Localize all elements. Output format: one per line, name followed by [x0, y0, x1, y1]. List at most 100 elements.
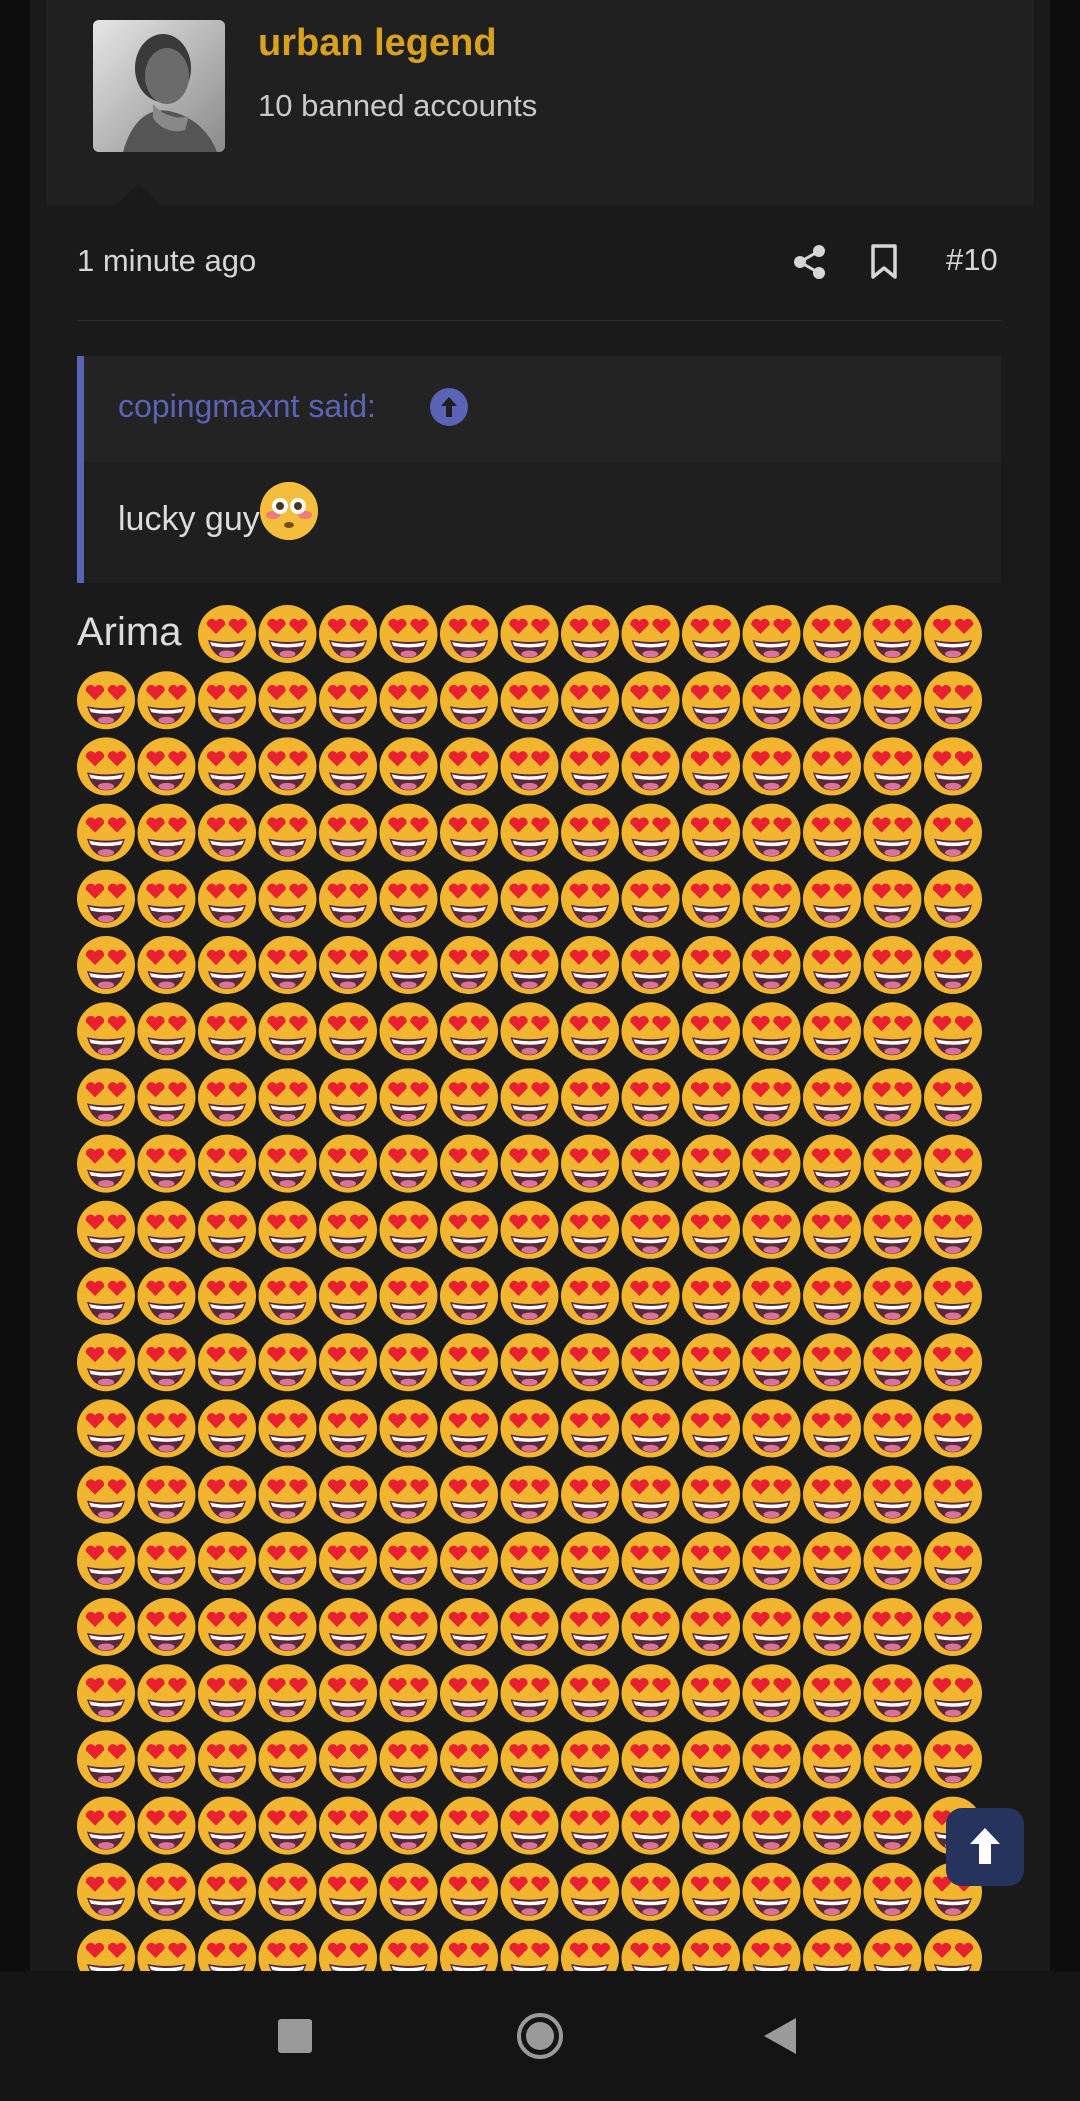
heart-eyes-emoji-icon	[258, 869, 317, 928]
heart-eyes-emoji-icon	[198, 1333, 256, 1392]
heart-eyes-emoji-icon	[561, 671, 619, 730]
heart-eyes-emoji-icon	[319, 1664, 377, 1723]
heart-eyes-emoji-icon	[440, 1200, 498, 1259]
heart-eyes-emoji-icon	[863, 1664, 922, 1723]
heart-eyes-emoji-icon	[803, 1399, 861, 1458]
heart-eyes-emoji-icon	[500, 803, 559, 862]
heart-eyes-emoji-icon	[258, 1399, 317, 1458]
heart-eyes-emoji-icon	[500, 936, 559, 994]
heart-eyes-emoji-icon	[500, 1465, 559, 1524]
heart-eyes-emoji-icon	[561, 1200, 619, 1259]
heart-eyes-emoji-icon	[863, 605, 922, 663]
heart-eyes-emoji-icon	[621, 1465, 680, 1524]
heart-eyes-emoji-icon	[924, 1664, 982, 1723]
username[interactable]: urban legend	[258, 22, 497, 65]
heart-eyes-emoji-icon	[77, 1200, 135, 1259]
heart-eyes-emoji-icon	[500, 1730, 559, 1789]
right-gutter	[1050, 0, 1080, 1971]
home-button[interactable]	[516, 2012, 564, 2060]
post-timestamp[interactable]: 1 minute ago	[77, 243, 256, 279]
heart-eyes-emoji-icon	[803, 869, 861, 928]
heart-eyes-emoji-icon	[379, 869, 438, 928]
heart-eyes-emoji-icon	[682, 1796, 740, 1855]
heart-eyes-emoji-icon	[621, 1730, 680, 1789]
heart-eyes-emoji-icon	[77, 1862, 135, 1921]
post: urban legend 10 banned accounts 1 minute…	[30, 0, 1050, 1971]
heart-eyes-emoji-icon	[500, 1929, 559, 1971]
heart-eyes-emoji-icon	[924, 1929, 982, 1971]
heart-eyes-emoji-icon	[561, 1531, 619, 1590]
heart-eyes-emoji-icon	[379, 1333, 438, 1392]
heart-eyes-emoji-icon	[319, 1598, 377, 1656]
heart-eyes-emoji-icon	[500, 1664, 559, 1723]
emoji-grid	[77, 605, 982, 1971]
avatar[interactable]	[93, 20, 225, 152]
heart-eyes-emoji-icon	[319, 1730, 377, 1789]
heart-eyes-emoji-icon	[77, 1929, 135, 1971]
heart-eyes-emoji-icon	[803, 605, 861, 663]
flushed-face-emoji-icon	[259, 482, 318, 540]
heart-eyes-emoji-icon	[803, 737, 861, 796]
user-card-pointer	[112, 184, 164, 208]
heart-eyes-emoji-icon	[924, 1068, 982, 1127]
heart-eyes-emoji-icon	[440, 936, 498, 994]
heart-eyes-emoji-icon	[500, 1531, 559, 1590]
heart-eyes-emoji-icon	[500, 1862, 559, 1921]
heart-eyes-emoji-icon	[682, 803, 740, 862]
heart-eyes-emoji-icon	[137, 1531, 196, 1590]
scroll-to-top-button[interactable]	[946, 1808, 1024, 1886]
heart-eyes-emoji-icon	[440, 1730, 498, 1789]
heart-eyes-emoji-icon	[621, 1333, 680, 1392]
heart-eyes-emoji-icon	[621, 1929, 680, 1971]
jump-to-quote-icon[interactable]	[430, 388, 468, 426]
heart-eyes-emoji-icon	[440, 1333, 498, 1392]
heart-eyes-emoji-icon	[863, 1200, 922, 1259]
heart-eyes-emoji-icon	[742, 1664, 801, 1723]
heart-eyes-emoji-icon	[379, 671, 438, 730]
heart-eyes-emoji-icon	[924, 1200, 982, 1259]
heart-eyes-emoji-icon	[621, 1598, 680, 1656]
heart-eyes-emoji-icon	[682, 1200, 740, 1259]
heart-eyes-emoji-icon	[863, 1796, 922, 1855]
heart-eyes-emoji-icon	[803, 671, 861, 730]
heart-eyes-emoji-icon	[742, 803, 801, 862]
heart-eyes-emoji-icon	[137, 1068, 196, 1127]
heart-eyes-emoji-icon	[137, 1730, 196, 1789]
heart-eyes-emoji-icon	[863, 803, 922, 862]
heart-eyes-emoji-icon	[621, 1531, 680, 1590]
post-number[interactable]: #10	[946, 242, 998, 278]
heart-eyes-emoji-icon	[319, 803, 377, 862]
heart-eyes-emoji-icon	[682, 1134, 740, 1193]
heart-eyes-emoji-icon	[742, 936, 801, 994]
heart-eyes-emoji-icon	[319, 1002, 377, 1061]
heart-eyes-emoji-icon	[379, 1200, 438, 1259]
heart-eyes-emoji-icon	[258, 1134, 317, 1193]
heart-eyes-emoji-icon	[924, 1134, 982, 1193]
heart-eyes-emoji-icon	[803, 1730, 861, 1789]
heart-eyes-emoji-icon	[77, 1465, 135, 1524]
heart-eyes-emoji-icon	[561, 1598, 619, 1656]
heart-eyes-emoji-icon	[742, 1068, 801, 1127]
heart-eyes-emoji-icon	[500, 605, 559, 663]
quote-author[interactable]: copingmaxnt said:	[118, 388, 376, 425]
heart-eyes-emoji-icon	[258, 1068, 317, 1127]
divider	[77, 320, 1001, 321]
heart-eyes-emoji-icon	[258, 1200, 317, 1259]
heart-eyes-emoji-icon	[319, 1333, 377, 1392]
share-icon[interactable]	[793, 244, 827, 280]
heart-eyes-emoji-icon	[319, 1200, 377, 1259]
heart-eyes-emoji-icon	[924, 1531, 982, 1590]
heart-eyes-emoji-icon	[440, 1002, 498, 1061]
heart-eyes-emoji-icon	[319, 1134, 377, 1193]
heart-eyes-emoji-icon	[440, 1664, 498, 1723]
heart-eyes-emoji-icon	[440, 671, 498, 730]
back-button[interactable]	[762, 2016, 798, 2056]
heart-eyes-emoji-icon	[137, 803, 196, 862]
heart-eyes-emoji-icon	[803, 1002, 861, 1061]
heart-eyes-emoji-icon	[621, 737, 680, 796]
recents-button[interactable]	[278, 2019, 312, 2053]
heart-eyes-emoji-icon	[863, 1002, 922, 1061]
heart-eyes-emoji-icon	[863, 1862, 922, 1921]
heart-eyes-emoji-icon	[198, 737, 256, 796]
bookmark-icon[interactable]	[870, 244, 898, 280]
